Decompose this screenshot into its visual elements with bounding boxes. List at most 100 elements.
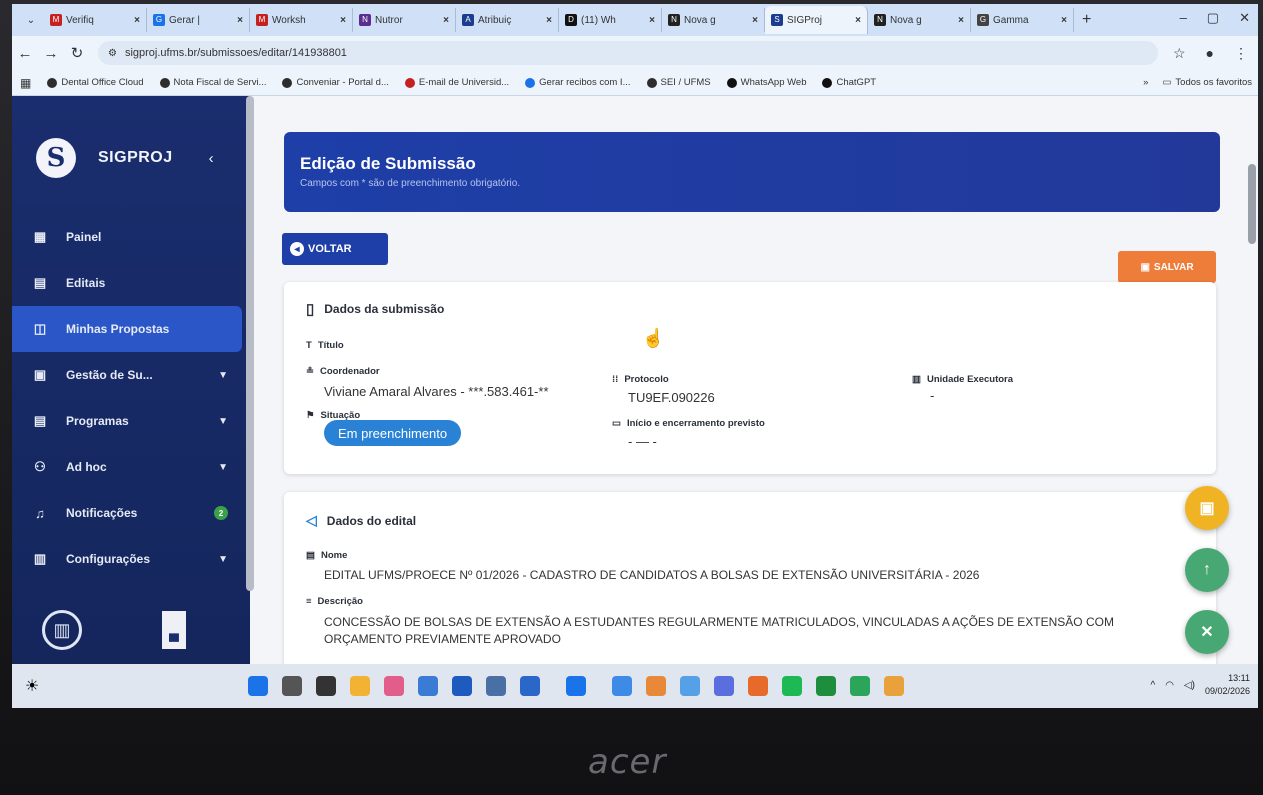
tab-label: SIGProj: [787, 14, 823, 26]
bookmark-label: Gerar recibos com I...: [539, 77, 631, 88]
task-view-icon[interactable]: [316, 676, 336, 696]
inicio-label: ▭ Início e encerramento previsto: [612, 418, 765, 429]
new-tab-button[interactable]: +: [1082, 11, 1091, 29]
sidebar-item[interactable]: ◫ Minhas Propostas: [12, 306, 242, 352]
file-explorer-icon[interactable]: [350, 676, 370, 696]
browser-tab[interactable]: G Gerar | ×: [147, 8, 250, 32]
close-window-button[interactable]: ✕: [1239, 10, 1250, 26]
tab-search-icon[interactable]: ⌄: [18, 15, 44, 26]
tab-close-icon[interactable]: ×: [443, 15, 449, 26]
collapse-sidebar-icon[interactable]: ‹: [209, 150, 214, 167]
sidebar-item[interactable]: ▦ Painel: [12, 214, 242, 260]
sidebar-item[interactable]: ▣ Gestão de Su... ▼: [12, 352, 242, 398]
taskbar-clock[interactable]: 13:11 09/02/2026: [1205, 672, 1250, 698]
menu-icon[interactable]: ⋮: [1234, 45, 1248, 62]
app-icon[interactable]: [850, 676, 870, 696]
sidebar-item[interactable]: ⚇ Ad hoc ▼: [12, 444, 242, 490]
save-button[interactable]: ▣ SALVAR: [1118, 251, 1216, 283]
site-info-icon[interactable]: ⚙: [108, 48, 117, 59]
wifi-icon[interactable]: ◠: [1165, 680, 1174, 691]
browser-tab[interactable]: N Nova g ×: [662, 8, 765, 32]
save-button-label: SALVAR: [1153, 261, 1194, 273]
tab-close-icon[interactable]: ×: [855, 15, 861, 26]
app-icon[interactable]: [816, 676, 836, 696]
reload-icon[interactable]: ↻: [64, 44, 90, 62]
main-scrollbar[interactable]: [1248, 164, 1256, 244]
tab-close-icon[interactable]: ×: [237, 15, 243, 26]
sidebar-scrollbar[interactable]: [246, 96, 254, 591]
browser-tab[interactable]: A Atribuiç ×: [456, 8, 559, 32]
apps-grid-icon[interactable]: ▦: [20, 76, 31, 90]
forward-icon[interactable]: →: [38, 45, 64, 62]
tab-label: (11) Wh: [581, 14, 616, 26]
sidebar-item[interactable]: ▤ Editais: [12, 260, 242, 306]
app-icon[interactable]: [680, 676, 700, 696]
bookmark-item[interactable]: ChatGPT: [822, 77, 876, 88]
bookmark-star-icon[interactable]: ☆: [1173, 45, 1186, 62]
tab-favicon-icon: A: [462, 14, 474, 26]
floating-save-button[interactable]: ▣: [1185, 486, 1229, 530]
edge-icon[interactable]: [566, 676, 586, 696]
app-icon[interactable]: [714, 676, 734, 696]
app-icon[interactable]: [418, 676, 438, 696]
windows-start-icon[interactable]: [248, 676, 268, 696]
browser-tab[interactable]: M Worksh ×: [250, 8, 353, 32]
app-icon[interactable]: [452, 676, 472, 696]
tray-chevron-icon[interactable]: ^: [1150, 680, 1155, 691]
bookmarks-more-button[interactable]: »: [1143, 77, 1148, 88]
app-icon[interactable]: [384, 676, 404, 696]
bookmark-item[interactable]: Conveniar - Portal d...: [282, 77, 389, 88]
tab-close-icon[interactable]: ×: [958, 15, 964, 26]
sidebar-item[interactable]: ♫ Notificações 2: [12, 490, 242, 536]
sidebar-item-label: Painel: [66, 230, 102, 244]
browser-tab[interactable]: N Nutror ×: [353, 8, 456, 32]
bookmark-item[interactable]: Gerar recibos com I...: [525, 77, 631, 88]
browser-tab[interactable]: S SIGProj ×: [765, 6, 868, 34]
tab-close-icon[interactable]: ×: [649, 15, 655, 26]
bookmark-item[interactable]: E-mail de Universid...: [404, 77, 510, 88]
sidebar-item[interactable]: ▤ Programas ▼: [12, 398, 242, 444]
settings-icon: ▥: [33, 551, 47, 566]
browser-tab[interactable]: M Verifiq ×: [44, 8, 147, 32]
spotify-icon[interactable]: [782, 676, 802, 696]
tab-close-icon[interactable]: ×: [134, 15, 140, 26]
browser-tab[interactable]: D (11) Wh ×: [559, 8, 662, 32]
bookmark-item[interactable]: Dental Office Cloud: [47, 77, 144, 88]
back-button[interactable]: ◂ VOLTAR: [282, 233, 388, 265]
scroll-top-button[interactable]: ↑: [1185, 548, 1229, 592]
app-icon[interactable]: [612, 676, 632, 696]
document-icon: ▯: [306, 301, 315, 318]
tab-close-icon[interactable]: ×: [546, 15, 552, 26]
bookmark-item[interactable]: SEI / UFMS: [646, 77, 711, 88]
search-icon[interactable]: [282, 676, 302, 696]
chrome-icon[interactable]: [884, 676, 904, 696]
mail-icon[interactable]: [520, 676, 540, 696]
chrome-icon[interactable]: [646, 676, 666, 696]
browser-tab[interactable]: G Gamma ×: [971, 8, 1074, 32]
sidebar-item[interactable]: ▥ Configurações ▼: [12, 536, 242, 582]
browser-tab[interactable]: N Nova g ×: [868, 8, 971, 32]
minimize-button[interactable]: –: [1180, 10, 1187, 26]
flag-icon: ⚑: [306, 410, 315, 421]
volume-icon[interactable]: ◁): [1184, 680, 1195, 691]
tab-close-icon[interactable]: ×: [1061, 15, 1067, 26]
weather-icon[interactable]: ☀: [12, 676, 52, 696]
firefox-icon[interactable]: [748, 676, 768, 696]
bookmark-label: E-mail de Universid...: [418, 77, 510, 88]
profile-icon[interactable]: ●: [1206, 45, 1214, 62]
maximize-button[interactable]: ▢: [1207, 10, 1219, 26]
tab-close-icon[interactable]: ×: [752, 15, 758, 26]
floating-close-button[interactable]: ✕: [1185, 610, 1229, 654]
tab-favicon-icon: D: [565, 14, 577, 26]
protocolo-label: ⁞⁞ Protocolo: [612, 374, 669, 385]
app-icon[interactable]: [486, 676, 506, 696]
person-icon: ≗: [306, 366, 314, 377]
url-input[interactable]: ⚙ sigproj.ufms.br/submissoes/editar/1419…: [98, 41, 1158, 65]
back-icon[interactable]: ←: [12, 45, 38, 62]
all-bookmarks-button[interactable]: ▭ Todos os favoritos: [1162, 77, 1252, 88]
bookmark-item[interactable]: WhatsApp Web: [726, 77, 806, 88]
tab-close-icon[interactable]: ×: [340, 15, 346, 26]
page-title: Edição de Submissão: [300, 154, 476, 173]
descricao-value: CONCESSÃO DE BOLSAS DE EXTENSÃO A ESTUDA…: [324, 615, 1114, 646]
bookmark-item[interactable]: Nota Fiscal de Servi...: [159, 77, 266, 88]
